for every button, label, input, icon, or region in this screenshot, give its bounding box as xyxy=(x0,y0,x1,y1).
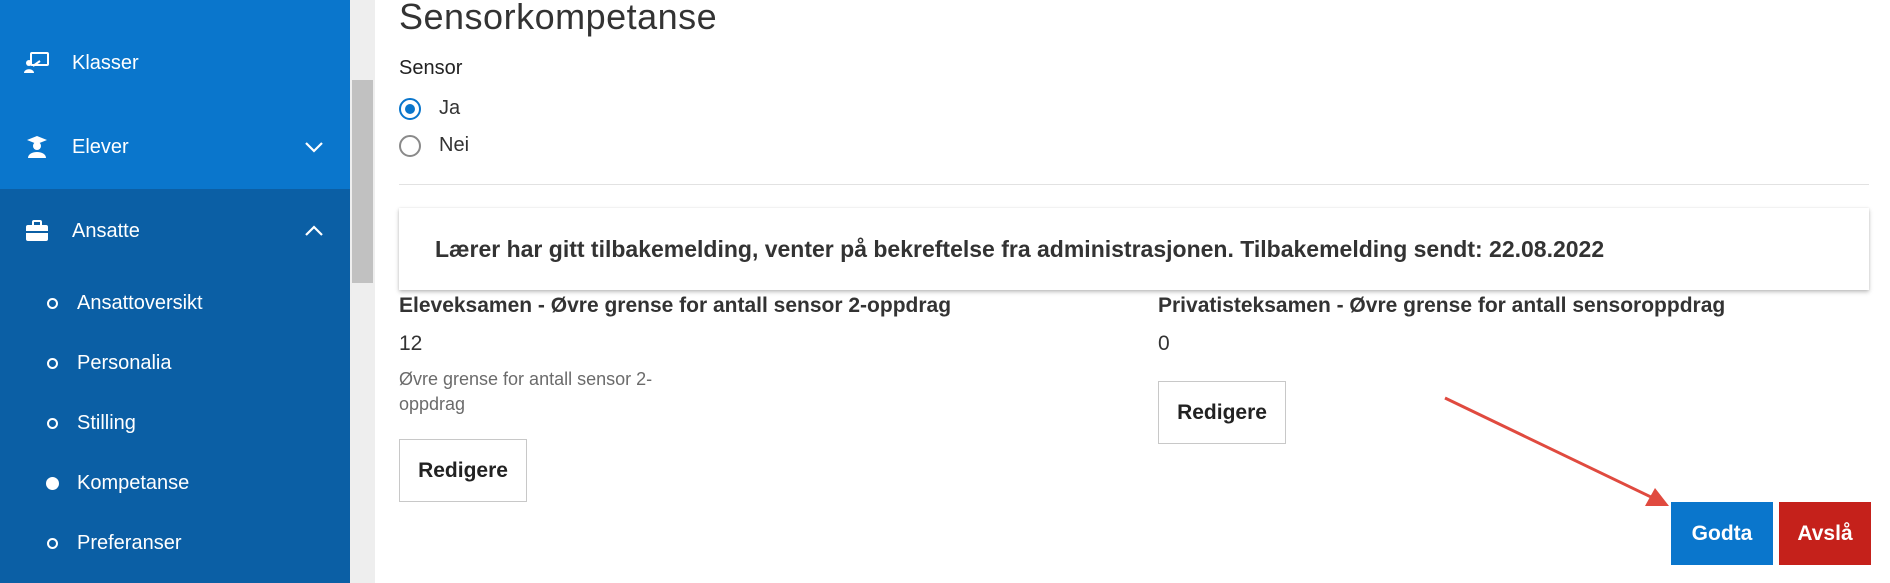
sensor-label: Sensor xyxy=(399,57,463,79)
sidebar-subitem-stilling[interactable]: Stilling xyxy=(0,393,350,453)
approve-button[interactable]: Godta xyxy=(1671,502,1773,565)
annotation-arrow xyxy=(1444,396,1669,506)
edit-student-limit-button[interactable]: Redigere xyxy=(399,439,527,502)
student-exam-limit-title: Eleveksamen - Øvre grense for antall sen… xyxy=(399,294,952,317)
student-exam-limit-help: Øvre grense for antall sensor 2-oppdrag xyxy=(399,369,653,414)
reject-button[interactable]: Avslå xyxy=(1779,502,1871,565)
sidebar-subitem-personalia[interactable]: Personalia xyxy=(0,333,350,393)
sidebar-subitem-label: Ansattoversikt xyxy=(77,291,203,314)
notice-text: Lærer har gitt tilbakemelding, venter på… xyxy=(435,235,1605,262)
scrollbar-thumb[interactable] xyxy=(352,80,373,283)
sidebar-item-ansatte[interactable]: Ansatte xyxy=(0,189,350,273)
circle-outline-icon xyxy=(47,537,58,549)
page-title: Sensorkompetanse xyxy=(399,0,718,37)
edit-private-limit-button[interactable]: Redigere xyxy=(1158,381,1286,444)
radio-button-checked[interactable] xyxy=(399,97,421,120)
sidebar-subitem-kompetanse[interactable]: Kompetanse xyxy=(0,453,350,513)
feedback-notice: Lærer har gitt tilbakemelding, venter på… xyxy=(399,208,1869,290)
radio-option-nei[interactable]: Nei xyxy=(399,134,469,157)
divider xyxy=(399,184,1869,185)
sidebar-subitem-ansattoversikt[interactable]: Ansattoversikt xyxy=(0,273,350,333)
circle-filled-icon xyxy=(46,476,59,490)
radio-label: Nei xyxy=(439,134,470,156)
sidebar-item-klasser[interactable]: Klasser xyxy=(0,21,350,105)
sidebar-subitem-label: Preferanser xyxy=(77,531,182,554)
chevron-down-icon[interactable] xyxy=(302,135,326,159)
sidebar-item-elever[interactable]: Elever xyxy=(0,105,350,189)
radio-button[interactable] xyxy=(399,134,421,157)
briefcase-icon xyxy=(24,218,50,244)
presentation-board-icon xyxy=(24,50,50,76)
radio-label: Ja xyxy=(439,97,461,119)
sidebar-item-label: Klasser xyxy=(72,51,139,74)
sidebar-subitem-preferanser[interactable]: Preferanser xyxy=(0,513,350,573)
private-exam-limit-title: Privatisteksamen - Øvre grense for antal… xyxy=(1158,294,1726,317)
main-content: Sensorkompetanse Sensor Ja Nei Lærer har… xyxy=(375,0,1890,583)
sidebar: Klasser Elever Ansatte Ansattoversikt Pe… xyxy=(0,0,350,583)
student-exam-limit-value: 12 xyxy=(399,332,423,355)
sidebar-subitem-label: Personalia xyxy=(77,351,172,374)
sidebar-item-label: Ansatte xyxy=(72,219,140,242)
chevron-up-icon[interactable] xyxy=(302,219,326,243)
circle-outline-icon xyxy=(47,417,58,429)
radio-option-ja[interactable]: Ja xyxy=(399,97,460,120)
private-exam-limit-value: 0 xyxy=(1158,332,1170,355)
circle-outline-icon xyxy=(47,357,58,369)
sidebar-subitem-label: Stilling xyxy=(77,411,136,434)
sidebar-item-label: Elever xyxy=(72,135,129,158)
sidebar-subitem-label: Kompetanse xyxy=(77,471,190,494)
scrollbar-track[interactable] xyxy=(350,0,375,583)
student-icon xyxy=(24,134,50,160)
circle-outline-icon xyxy=(47,297,58,309)
